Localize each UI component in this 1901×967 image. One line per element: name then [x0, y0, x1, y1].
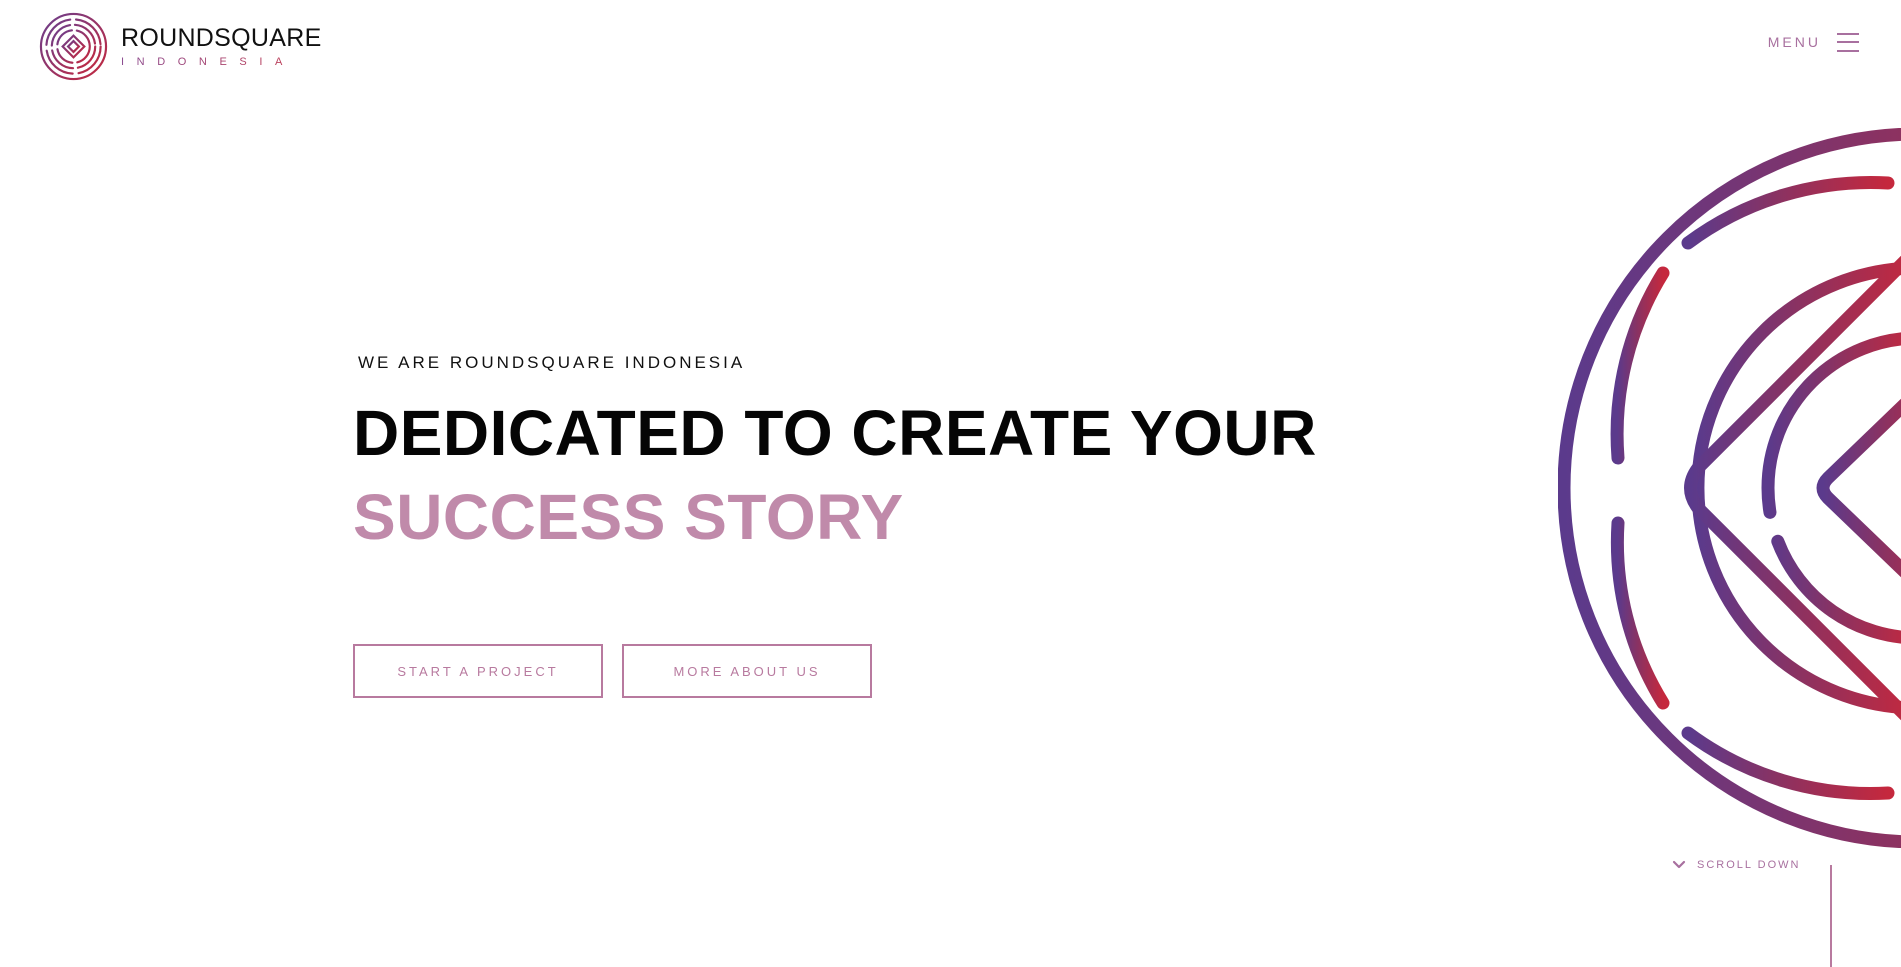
hero-section: WE ARE ROUNDSQUARE INDONESIA DEDICATED T…	[353, 352, 1317, 562]
more-about-us-button[interactable]: MORE ABOUT US	[622, 644, 872, 698]
logo-text: ROUNDSQUARE INDONESIA	[121, 24, 322, 69]
menu-label: MENU	[1767, 34, 1821, 50]
labyrinth-emblem-icon	[1558, 128, 1901, 848]
scroll-down-link[interactable]: SCROLL DOWN	[1672, 859, 1801, 871]
hamburger-icon	[1837, 32, 1859, 52]
hero-headline-line2: SUCCESS STORY	[353, 481, 904, 553]
menu-button[interactable]: MENU	[1768, 32, 1859, 52]
logo-name: ROUNDSQUARE	[121, 24, 322, 52]
hero-eyebrow: WE ARE ROUNDSQUARE INDONESIA	[358, 353, 746, 372]
chevron-down-icon	[1672, 860, 1686, 869]
logo-link[interactable]: ROUNDSQUARE INDONESIA	[38, 11, 322, 82]
scroll-down-label: SCROLL DOWN	[1697, 859, 1801, 871]
start-project-button[interactable]: START A PROJECT	[353, 644, 603, 698]
landing-page: ROUNDSQUARE INDONESIA MENU WE ARE ROUNDS…	[0, 0, 1901, 967]
hero-buttons: START A PROJECT MORE ABOUT US	[353, 644, 872, 698]
hero-headline-line1: DEDICATED TO CREATE YOUR	[353, 397, 1317, 469]
labyrinth-roundel-icon	[39, 12, 108, 81]
scroll-indicator-line	[1830, 865, 1832, 967]
logo-subtitle: INDONESIA	[121, 55, 322, 69]
